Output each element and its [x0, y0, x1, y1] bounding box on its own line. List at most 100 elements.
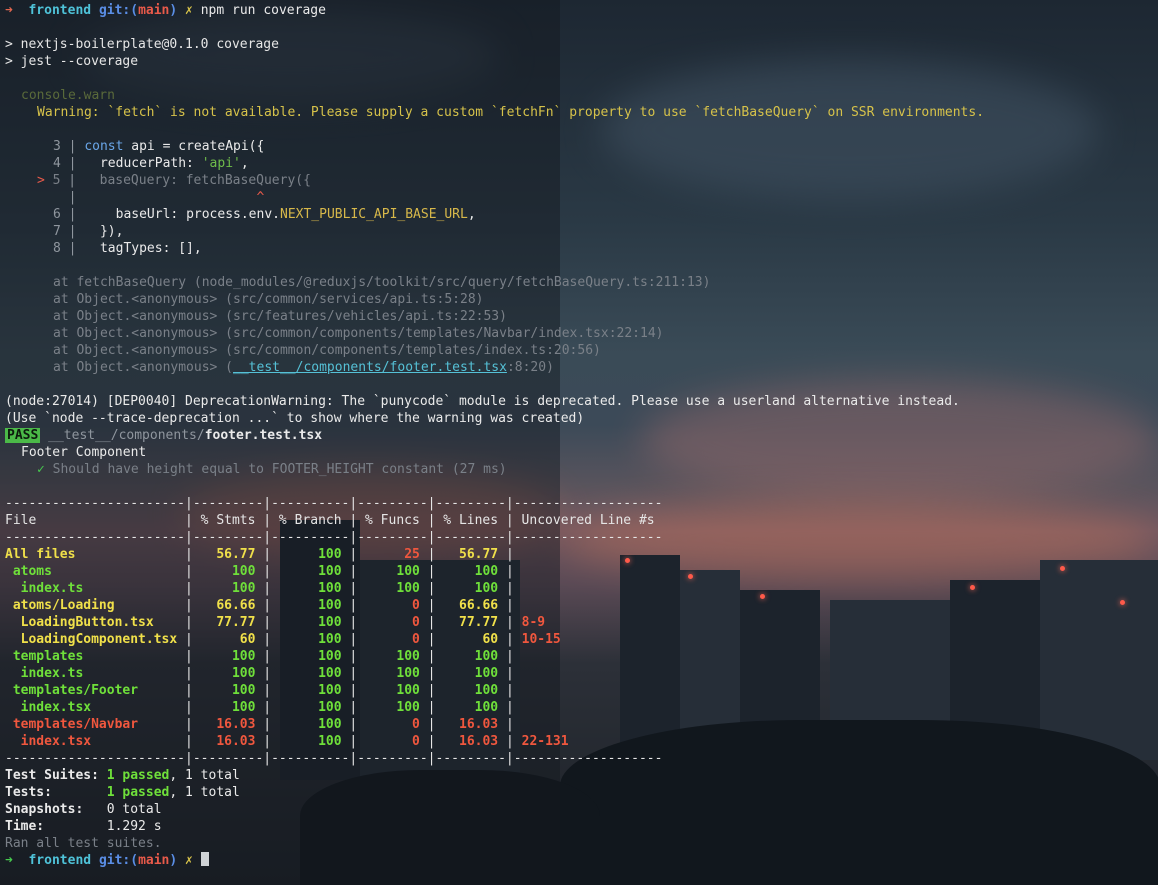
test-result-line: PASS __test__/components/footer.test.tsx [5, 427, 322, 444]
coverage-file: index.tsx [5, 700, 178, 715]
prompt-arrow-icon: ➜ [5, 853, 13, 868]
summary-label: Time: [5, 819, 107, 834]
coverage-file: atoms [5, 564, 178, 579]
coverage-header: File | % Stmts | % Branch | % Funcs | % … [5, 513, 663, 528]
prompt-command: npm run coverage [200, 3, 326, 18]
stack-line: at Object.<anonymous> (src/features/vehi… [53, 309, 507, 324]
coverage-file: atoms/Loading [5, 598, 178, 613]
prompt-dirty-icon: ✗ [185, 3, 193, 18]
stack-line: at fetchBaseQuery (node_modules/@reduxjs… [53, 275, 711, 290]
summary-total: , 1 total [169, 785, 240, 800]
coverage-uncovered: 22-131 [521, 734, 569, 749]
code-caret-line: | ^ [53, 190, 265, 205]
coverage-funcs: 0 [365, 632, 420, 647]
summary-label: Snapshots: [5, 802, 107, 817]
error-marker-icon: > [37, 173, 45, 188]
coverage-row: templates | 100 | 100 | 100 | 100 | [5, 649, 522, 664]
cursor-block[interactable] [200, 852, 209, 866]
coverage-branch: 100 [278, 564, 342, 579]
pass-badge: PASS [5, 428, 41, 443]
test-suite-name: Footer Component [21, 445, 147, 460]
coverage-stmts: 60 [200, 632, 256, 647]
coverage-lines: 56.77 [443, 547, 499, 562]
prompt-dirty-icon: ✗ [185, 853, 193, 868]
code-line-3: 3 | const api = createApi({ [53, 139, 265, 154]
coverage-row: atoms | 100 | 100 | 100 | 100 | [5, 564, 522, 579]
test-path-file: footer.test.tsx [204, 428, 323, 443]
code-line-7: 7 | }), [53, 224, 124, 239]
prompt-line: ➜ frontend git:(main) ✗ npm run coverage [5, 2, 326, 19]
code-text: , [467, 207, 476, 222]
stack-line: at Object.<anonymous> (src/common/servic… [53, 292, 484, 307]
code-text: baseQuery: fetchBaseQuery({ [99, 173, 311, 188]
coverage-row: templates/Footer | 100 | 100 | 100 | 100… [5, 683, 522, 698]
coverage-file: index.ts [5, 666, 178, 681]
coverage-file: All files [5, 547, 178, 562]
code-text: }), [99, 224, 124, 239]
coverage-stmts: 100 [200, 581, 256, 596]
coverage-stmts: 16.03 [200, 717, 256, 732]
line-number: 8 [53, 241, 61, 256]
prompt-line-final[interactable]: ➜ frontend git:(main) ✗ [5, 852, 209, 869]
coverage-branch: 100 [278, 683, 342, 698]
line-number: 6 [53, 207, 61, 222]
code-env: NEXT_PUBLIC_API_BASE_URL [280, 207, 468, 222]
coverage-lines: 100 [443, 649, 499, 664]
coverage-row: index.tsx | 16.03 | 100 | 0 | 16.03 | 22… [5, 734, 569, 749]
check-icon: ✓ [37, 462, 45, 477]
coverage-funcs: 100 [365, 700, 420, 715]
summary-suites: Test Suites: 1 passed, 1 total [5, 767, 240, 784]
prompt-branch: main [138, 853, 170, 868]
line-number: 7 [53, 224, 61, 239]
coverage-stmts: 66.66 [200, 598, 256, 613]
summary-passed: 1 passed [106, 768, 170, 783]
coverage-separator: -----------------------|---------|------… [5, 751, 663, 766]
prompt-arrow-icon: ➜ [5, 3, 13, 18]
summary-label: Test Suites: [5, 768, 107, 783]
summary-value: 0 total [106, 802, 162, 817]
console-warn-label: console.warn [21, 88, 115, 103]
coverage-row: LoadingButton.tsx | 77.77 | 100 | 0 | 77… [5, 615, 546, 630]
coverage-funcs: 0 [365, 598, 420, 613]
coverage-separator: -----------------------|---------|------… [5, 496, 663, 511]
prompt-branch-close: ) [169, 853, 178, 868]
prompt-branch-close: ) [169, 3, 178, 18]
prompt-dir: frontend [28, 3, 92, 18]
prompt-dir: frontend [28, 853, 92, 868]
summary-passed: 1 passed [106, 785, 170, 800]
coverage-funcs: 0 [365, 734, 420, 749]
code-keyword: const [84, 139, 124, 154]
line-number: 4 [53, 156, 61, 171]
coverage-lines: 60 [443, 632, 499, 647]
coverage-stmts: 16.03 [200, 734, 256, 749]
line-number: 3 [53, 139, 61, 154]
coverage-branch: 100 [278, 581, 342, 596]
coverage-lines: 66.66 [443, 598, 499, 613]
coverage-branch: 100 [278, 700, 342, 715]
prompt-branch-open: ( [130, 3, 139, 18]
test-case-text: Should have height equal to FOOTER_HEIGH… [52, 462, 507, 477]
summary-snapshots: Snapshots: 0 total [5, 801, 162, 818]
summary-time: Time: 1.292 s [5, 818, 162, 835]
code-string: 'api' [201, 156, 241, 171]
coverage-branch: 100 [278, 598, 342, 613]
coverage-lines: 100 [443, 666, 499, 681]
coverage-file: templates/Navbar [5, 717, 178, 732]
stack-line: at Object.<anonymous> (src/common/compon… [53, 343, 601, 358]
coverage-uncovered: 8-9 [521, 615, 546, 630]
deprecation-line-1: (node:27014) [DEP0040] DeprecationWarnin… [5, 394, 960, 409]
coverage-funcs: 100 [365, 564, 420, 579]
terminal-output[interactable]: ➜ frontend git:(main) ✗ npm run coverage… [0, 0, 1158, 885]
coverage-branch: 100 [278, 649, 342, 664]
coverage-lines: 100 [443, 564, 499, 579]
coverage-row: index.ts | 100 | 100 | 100 | 100 | [5, 581, 522, 596]
coverage-uncovered: 10-15 [521, 632, 561, 647]
coverage-stmts: 100 [200, 666, 256, 681]
summary-value: 1.292 s [106, 819, 162, 834]
coverage-row: index.ts | 100 | 100 | 100 | 100 | [5, 666, 522, 681]
coverage-lines: 100 [443, 683, 499, 698]
summary-label: Tests: [5, 785, 107, 800]
code-text: api = createApi({ [123, 139, 265, 154]
stack-suffix: :8:20) [506, 360, 554, 375]
stack-file-link[interactable]: __test__/components/footer.test.tsx [233, 360, 507, 375]
